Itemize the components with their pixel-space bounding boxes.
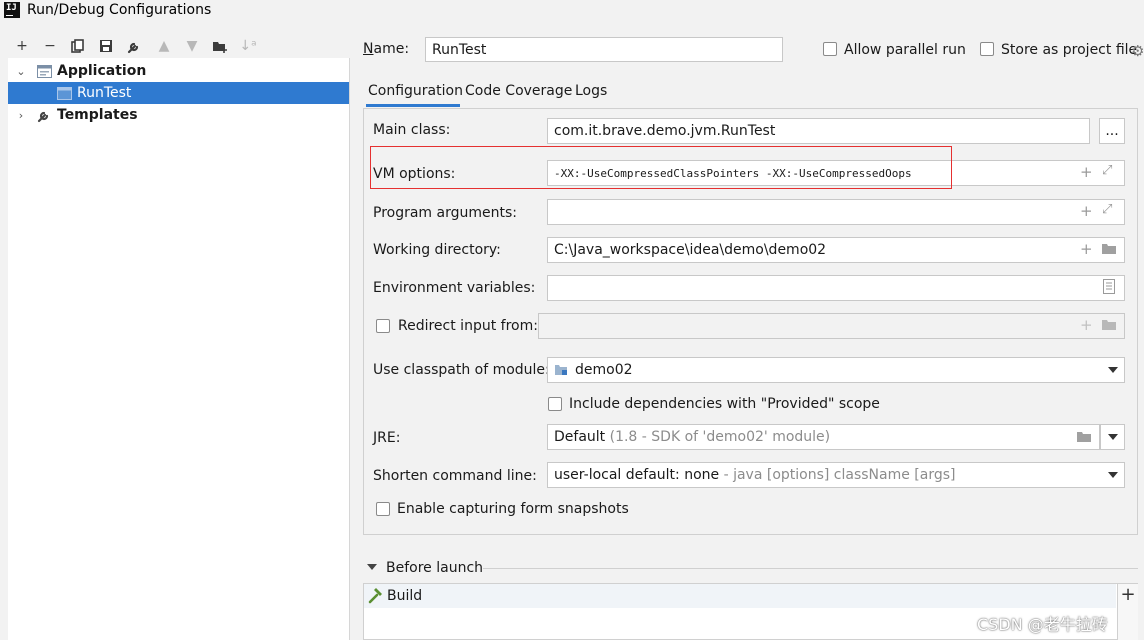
divider	[483, 568, 1138, 569]
jre-label: JRE:	[373, 430, 401, 446]
window-title: Run/Debug Configurations	[27, 2, 212, 18]
folder-icon[interactable]	[1076, 430, 1092, 447]
environment-variables-input[interactable]	[547, 275, 1125, 301]
run-config-icon	[56, 86, 72, 100]
sort-icon[interactable]: ↓ᵃ	[239, 37, 257, 55]
gear-icon[interactable]: ⚙	[1131, 42, 1144, 60]
expand-plus-icon[interactable]: +	[1080, 163, 1093, 181]
shorten-command-line-label: Shorten command line:	[373, 468, 537, 484]
classpath-module-select[interactable]: demo02	[547, 357, 1125, 383]
redirect-input-label: Redirect input from:	[398, 318, 538, 334]
document-icon[interactable]	[1103, 279, 1115, 298]
environment-variables-label: Environment variables:	[373, 280, 536, 296]
copy-icon[interactable]	[69, 37, 87, 55]
tree-item-application[interactable]: ⌄ Application	[8, 60, 349, 82]
tab-configuration[interactable]: Configuration	[368, 80, 463, 102]
allow-parallel-label: Allow parallel run	[844, 42, 966, 58]
chevron-down-icon[interactable]	[1108, 472, 1118, 478]
folder-icon[interactable]	[1101, 318, 1117, 335]
store-as-project-label: Store as project file	[1001, 42, 1138, 58]
remove-icon[interactable]: −	[41, 37, 59, 55]
module-folder-icon	[554, 364, 568, 376]
working-directory-label: Working directory:	[373, 242, 501, 258]
before-launch-title: Before launch	[386, 560, 484, 576]
shorten-command-line-select[interactable]: user-local default: none - java [options…	[547, 462, 1125, 488]
browse-main-class-button[interactable]: ...	[1099, 118, 1125, 144]
active-tab-indicator	[366, 104, 460, 107]
application-icon	[36, 64, 52, 78]
tree-label-application: Application	[57, 63, 147, 79]
name-label: Name:	[363, 41, 410, 57]
redirect-input-field[interactable]	[538, 313, 1125, 339]
insert-macro-icon[interactable]: +	[1080, 316, 1093, 334]
intellij-logo-icon: IJ	[4, 2, 20, 18]
expand-icon[interactable]: ⤢	[1102, 163, 1112, 178]
tab-code-coverage[interactable]: Code Coverage	[465, 80, 572, 102]
chevron-down-icon[interactable]: ⌄	[14, 65, 28, 78]
add-icon[interactable]: +	[13, 37, 31, 55]
expand-icon[interactable]: ⤢	[1102, 202, 1112, 217]
collapse-arrow-icon[interactable]	[367, 564, 377, 570]
name-input[interactable]: RunTest	[425, 37, 783, 62]
program-arguments-label: Program arguments:	[373, 205, 517, 221]
main-class-label: Main class:	[373, 122, 451, 138]
configurations-tree: ⌄ Application RunTest › Templates	[8, 58, 350, 640]
working-directory-input[interactable]: C:\Java_workspace\idea\demo\demo02	[547, 237, 1125, 263]
hammer-icon	[367, 588, 383, 608]
wrench-icon[interactable]	[125, 37, 143, 55]
folder-icon[interactable]	[1101, 242, 1117, 259]
tree-item-runtest[interactable]: RunTest	[8, 82, 349, 104]
allow-parallel-checkbox[interactable]	[823, 42, 837, 56]
chevron-right-icon[interactable]: ›	[14, 109, 28, 122]
jre-select[interactable]: Default (1.8 - SDK of 'demo02' module)	[547, 424, 1100, 450]
store-as-project-checkbox[interactable]	[980, 42, 994, 56]
chevron-down-icon[interactable]	[1108, 367, 1118, 373]
before-launch-item-label: Build	[387, 588, 423, 604]
include-dependencies-label: Include dependencies with "Provided" sco…	[569, 396, 880, 412]
tab-logs[interactable]: Logs	[575, 80, 607, 102]
enable-snapshots-checkbox[interactable]	[376, 502, 390, 516]
list-item[interactable]	[364, 584, 1116, 608]
main-class-input[interactable]: com.it.brave.demo.jvm.RunTest	[547, 118, 1090, 144]
program-arguments-input[interactable]	[547, 199, 1125, 225]
highlight-box	[370, 146, 952, 189]
new-folder-icon[interactable]	[211, 37, 229, 55]
wrench-icon	[36, 108, 52, 122]
insert-macro-icon[interactable]: +	[1080, 240, 1093, 258]
jre-dropdown-button[interactable]	[1100, 424, 1125, 450]
chevron-down-icon	[1107, 434, 1118, 440]
tree-label-runtest: RunTest	[77, 85, 132, 101]
save-icon[interactable]	[97, 37, 115, 55]
expand-plus-icon[interactable]: +	[1080, 202, 1093, 220]
add-task-button[interactable]: +	[1117, 584, 1138, 640]
redirect-input-checkbox[interactable]	[376, 319, 390, 333]
tree-item-templates[interactable]: › Templates	[8, 104, 349, 126]
watermark: CSDN @老牛拉砖	[977, 615, 1108, 634]
enable-snapshots-label: Enable capturing form snapshots	[397, 501, 629, 517]
move-down-icon[interactable]: ▼	[183, 37, 201, 55]
tree-label-templates: Templates	[57, 107, 138, 123]
move-up-icon[interactable]: ▲	[155, 37, 173, 55]
classpath-module-label: Use classpath of module:	[373, 362, 550, 378]
include-dependencies-checkbox[interactable]	[548, 397, 562, 411]
